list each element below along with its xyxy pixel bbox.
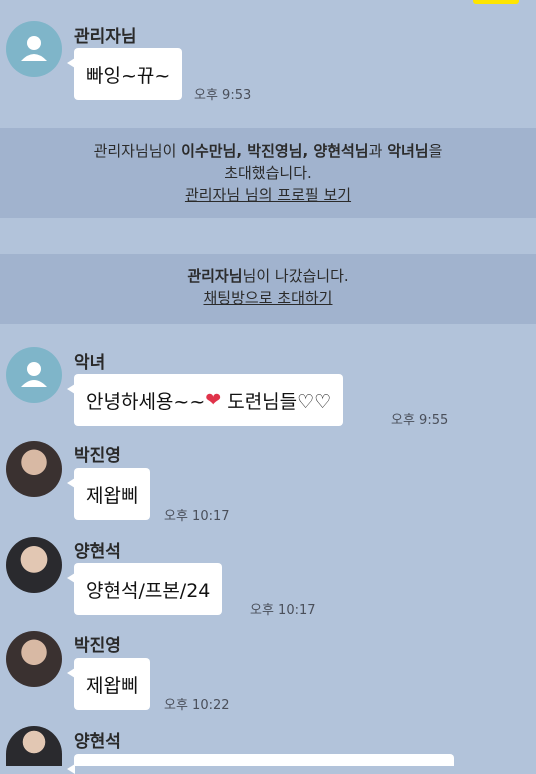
notice-text: 님이 나갔습니다. — [242, 267, 349, 285]
message-bubble[interactable]: 빠잉~뀨~ — [66, 48, 183, 100]
profile-photo-avatar[interactable] — [6, 441, 62, 497]
invite-to-chat-link[interactable]: 채팅방으로 초대하기 — [0, 287, 536, 309]
message-bubble[interactable] — [67, 754, 454, 774]
sender-name: 악녀 — [74, 353, 106, 373]
message-bubble[interactable]: 안녕하세용~~ ❤ 도련님들♡♡ — [66, 374, 344, 426]
previous-message-stub — [0, 0, 536, 6]
system-notice-leave: 관리자님님이 나갔습니다. 채팅방으로 초대하기 — [0, 254, 536, 324]
sender-name: 박진영 — [74, 636, 121, 656]
message-bubble[interactable]: 양현석/프본/24 — [66, 563, 223, 615]
notice-text: 님이 — [148, 142, 182, 160]
message-time: 오후 10:17 — [164, 509, 230, 524]
default-avatar-icon[interactable] — [6, 21, 62, 77]
left-user-name: 관리자님 — [187, 267, 243, 285]
inviter-name: 관리자님 — [93, 142, 149, 160]
sender-name: 양현석 — [74, 542, 121, 562]
notice-line-2: 초대했습니다. — [224, 164, 312, 182]
invitee-names: 이수만님, 박진영님, 양현석님 — [181, 142, 369, 160]
sender-name: 관리자님 — [74, 27, 137, 47]
message-text: 안녕하세용~~ — [86, 390, 206, 413]
system-notice-invite: 관리자님님이 이수만님, 박진영님, 양현석님과 악녀님을 초대했습니다. 관리… — [0, 128, 536, 218]
default-avatar-icon[interactable] — [6, 347, 62, 403]
notice-leave-line: 관리자님님이 나갔습니다. — [0, 265, 536, 287]
heart-icon: ❤ — [205, 389, 222, 411]
notice-line-1: 관리자님님이 이수만님, 박진영님, 양현석님과 악녀님을 — [0, 140, 536, 162]
message-time: 오후 10:17 — [250, 603, 316, 618]
invitee-last: 악녀님 — [387, 142, 429, 160]
profile-photo-avatar[interactable] — [6, 631, 62, 687]
message-text: 도련님들♡♡ — [221, 390, 332, 413]
sender-name: 박진영 — [74, 446, 121, 466]
message-time: 오후 9:55 — [391, 413, 449, 428]
message-bubble[interactable]: 제왑삐 — [66, 658, 151, 710]
notice-text: 과 — [368, 142, 388, 160]
notice-text: 을 — [428, 142, 443, 160]
message-time: 오후 10:22 — [164, 698, 230, 713]
sender-name: 양현석 — [74, 732, 121, 752]
message-time: 오후 9:53 — [194, 88, 252, 103]
profile-photo-avatar[interactable] — [6, 537, 62, 593]
my-message-bubble[interactable] — [473, 0, 519, 4]
view-profile-link[interactable]: 관리자님 님의 프로필 보기 — [0, 184, 536, 206]
message-bubble[interactable]: 제왑삐 — [66, 468, 151, 520]
profile-photo-avatar[interactable] — [6, 726, 62, 766]
